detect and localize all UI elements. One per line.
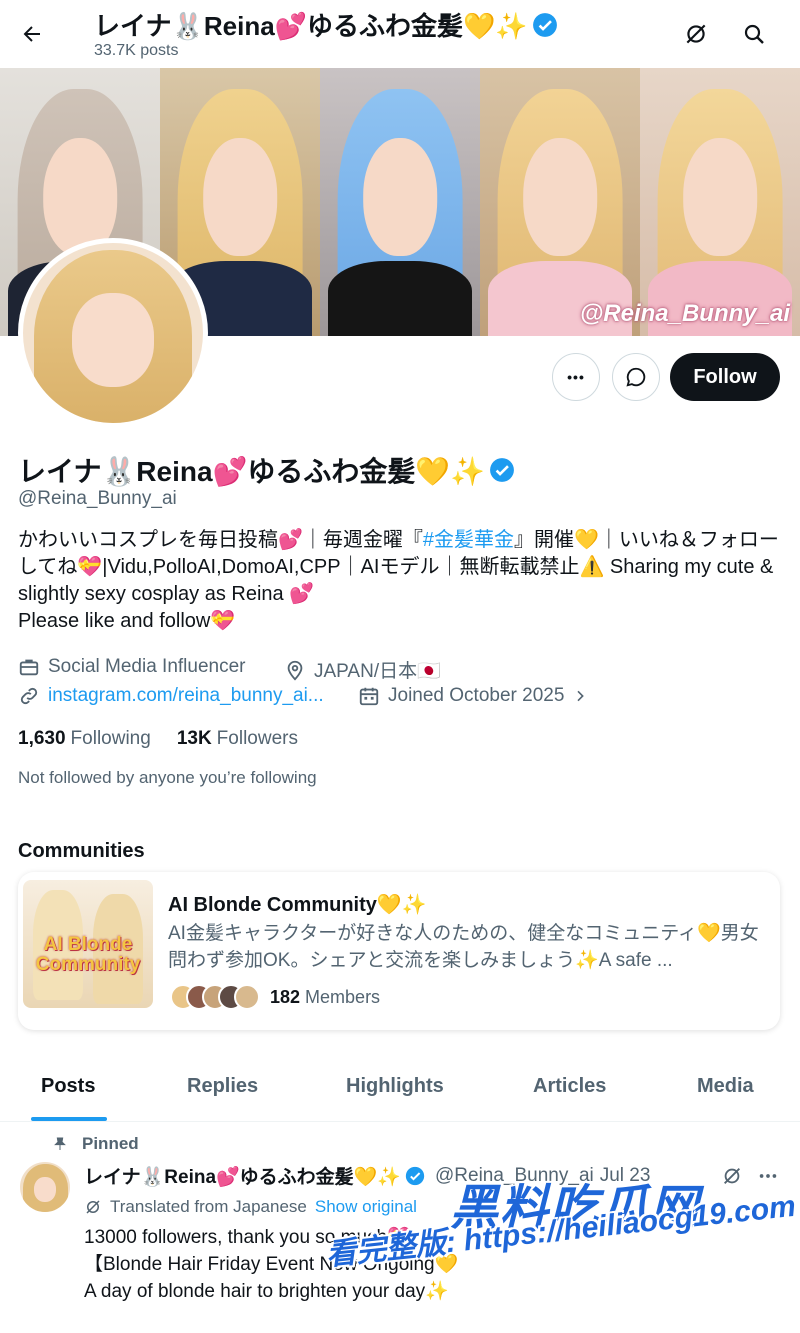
header-title: レイナ🐰Reina💕ゆるふわ金髪💛✨ (94, 6, 558, 43)
bio-hashtag-link[interactable]: #金髪華金 (423, 529, 514, 551)
more-icon: ••• (567, 369, 585, 385)
following-link[interactable]: 1,630 Following (18, 728, 151, 750)
tab-replies[interactable]: Replies (187, 1075, 258, 1098)
banner-photo-4 (480, 68, 640, 336)
pin-icon (54, 1137, 66, 1150)
members-count: 182 (270, 986, 301, 1007)
post-more-icon[interactable] (754, 1162, 782, 1190)
tab-posts[interactable]: Posts (41, 1075, 95, 1098)
verified-badge-icon (532, 12, 558, 38)
post-grok-icon[interactable] (718, 1162, 746, 1190)
more-options-button[interactable]: ••• (552, 353, 600, 401)
profile-joined[interactable]: Joined October 2025 (358, 685, 588, 707)
not-followed-note: Not followed by anyone you’re following (18, 768, 317, 787)
profile-bio: かわいいコスプレを毎日投稿💕｜毎週金曜『#金髪華金』開催💛｜いいね＆フォローして… (18, 527, 782, 635)
category-text: Social Media Influencer (48, 656, 246, 677)
verified-badge-icon[interactable] (489, 457, 515, 483)
translated-label: Translated from Japanese (110, 1197, 307, 1216)
bio-text-3: Please like and follow💝 (18, 610, 236, 632)
location-pin-icon (287, 660, 303, 680)
members-label: Members (305, 986, 381, 1007)
community-members: 182 Members (170, 984, 380, 1010)
banner-photo-3 (320, 68, 480, 336)
posts-count: 33.7K posts (94, 42, 179, 59)
translated-note: Translated from Japanese Show original (84, 1197, 417, 1217)
translate-icon (86, 1200, 100, 1214)
search-icon[interactable] (736, 16, 772, 52)
follow-counts: 1,630 Following 13K Followers (18, 728, 298, 750)
following-count: 1,630 (18, 728, 66, 749)
communities-heading: Communities (18, 840, 145, 862)
pinned-label: Pinned (52, 1134, 139, 1154)
profile-avatar[interactable] (18, 238, 208, 428)
profile-tabs: Posts Replies Highlights Articles Media (0, 1060, 800, 1122)
post-author-avatar[interactable] (20, 1162, 70, 1212)
post-line-3: A day of blonde hair to brighten your da… (84, 1281, 449, 1302)
profile-name: レイナ🐰Reina💕ゆるふわ金髪💛✨ (18, 450, 515, 490)
grok-icon[interactable] (678, 16, 714, 52)
member-avatar (234, 984, 260, 1010)
grok-chat-button[interactable] (612, 353, 660, 401)
banner-photo-5 (640, 68, 800, 336)
following-label: Following (70, 728, 151, 749)
followers-label: Followers (216, 728, 298, 749)
post-author-handle[interactable]: @Reina_Bunny_ai (435, 1165, 594, 1187)
post-author-name[interactable]: レイナ🐰Reina💕ゆるふわ金髪💛✨ (84, 1162, 401, 1189)
pinned-text: Pinned (82, 1134, 139, 1153)
profile-website[interactable]: instagram.com/reina_bunny_ai... (18, 685, 324, 707)
community-thumb-text: AI Blonde Community (35, 934, 141, 975)
post-line-2: 【Blonde Hair Friday Event Now Ongoing💛 (84, 1254, 459, 1275)
follow-button[interactable]: Follow (670, 353, 780, 401)
community-name[interactable]: AI Blonde Community💛✨ (168, 892, 427, 917)
link-icon (20, 687, 38, 705)
active-tab-indicator (31, 1117, 107, 1121)
post-line-1: 13000 followers, thank you so much💝 (84, 1227, 411, 1248)
tab-articles[interactable]: Articles (533, 1075, 606, 1098)
chat-bubble-icon (626, 367, 646, 387)
followers-link[interactable]: 13K Followers (177, 728, 298, 750)
location-text: JAPAN/日本🇯🇵 (314, 661, 441, 682)
top-bar: レイナ🐰Reina💕ゆるふわ金髪💛✨ 33.7K posts (0, 0, 800, 68)
tab-highlights[interactable]: Highlights (346, 1075, 444, 1098)
joined-text: Joined October 2025 (388, 685, 565, 706)
banner-watermark: @Reina_Bunny_ai (579, 300, 790, 327)
website-link[interactable]: instagram.com/reina_bunny_ai... (48, 685, 324, 707)
calendar-icon (359, 687, 379, 706)
community-card[interactable]: AI Blonde Community AI Blonde Community💛… (18, 872, 780, 1030)
post-date[interactable]: Jul 23 (600, 1165, 651, 1187)
profile-handle: @Reina_Bunny_ai (18, 488, 177, 509)
followers-count: 13K (176, 728, 212, 749)
community-description: AI金髪キャラクターが好きな人のための、健全なコミュニティ💛男女問わず参加OK。… (168, 923, 759, 971)
community-thumbnail: AI Blonde Community (23, 880, 153, 1008)
tab-media[interactable]: Media (697, 1075, 754, 1098)
header-title-text: レイナ🐰Reina💕ゆるふわ金髪💛✨ (94, 11, 528, 41)
bio-text-1: かわいいコスプレを毎日投稿💕｜毎週金曜『 (18, 529, 423, 551)
show-original-link[interactable]: Show original (315, 1197, 417, 1217)
back-arrow-icon[interactable] (14, 16, 50, 52)
post-body: 13000 followers, thank you so much💝 【Blo… (84, 1224, 784, 1305)
profile-category: Social Media Influencer (18, 656, 246, 678)
post-header: レイナ🐰Reina💕ゆるふわ金髪💛✨ @Reina_Bunny_ai Jul 2… (84, 1162, 650, 1189)
verified-badge-icon (405, 1166, 425, 1186)
profile-name-text: レイナ🐰Reina💕ゆるふわ金髪💛✨ (18, 456, 486, 487)
profile-location: JAPAN/日本🇯🇵 (284, 656, 441, 683)
briefcase-icon (19, 659, 39, 676)
chevron-right-icon (577, 690, 585, 702)
